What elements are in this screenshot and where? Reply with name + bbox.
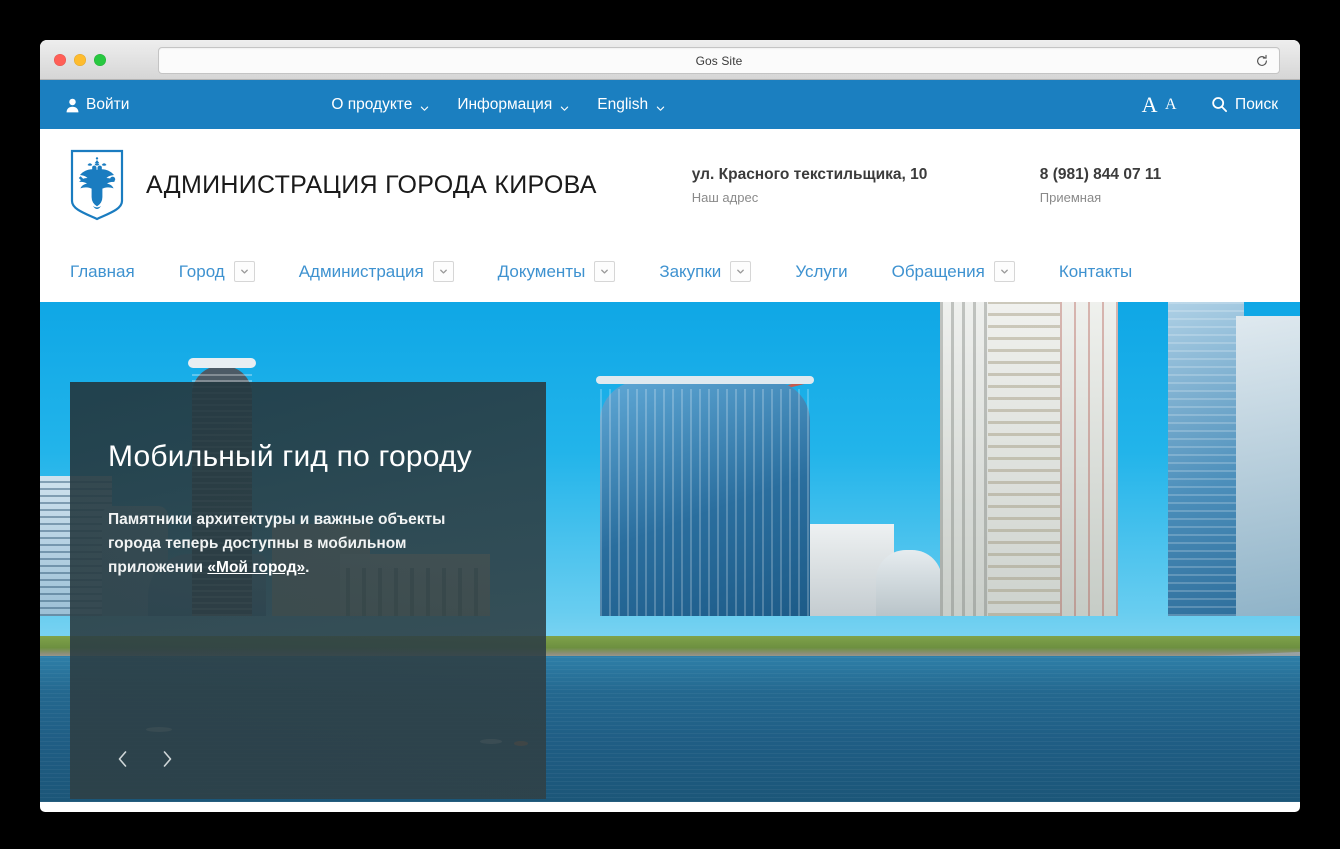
- reload-icon[interactable]: [1255, 54, 1269, 68]
- font-size-toggle-button[interactable]: AA: [1141, 91, 1178, 117]
- nav-item-glavnaya[interactable]: Главная: [70, 262, 135, 282]
- nav-item-label: Обращения: [891, 261, 985, 281]
- hero-carousel: Мобильный гид по городу Памятники архите…: [40, 302, 1300, 802]
- login-button[interactable]: Войти: [66, 96, 129, 114]
- contact-address-label: Наш адрес: [691, 189, 759, 205]
- nav-item-administraciya[interactable]: Администрация: [299, 261, 454, 282]
- screenshot-root: Gos Site Войти О продукте Информация Eng…: [0, 0, 1340, 849]
- nav-item-dokumenty[interactable]: Документы: [498, 261, 616, 282]
- font-size-big-letter: A: [1141, 91, 1158, 117]
- hero-title: Мобильный гид по городу: [108, 440, 472, 473]
- contact-phone: 8 (981) 844 07 11 Приемная: [1040, 166, 1162, 205]
- nav-item-label: Услуги: [795, 261, 848, 281]
- page-title-text: Gos Site: [695, 53, 743, 68]
- chevron-down-icon: [656, 100, 665, 111]
- main-navigation: Главная Город Администрация Документы За…: [40, 241, 1300, 302]
- nav-item-obrashcheniya[interactable]: Обращения: [892, 261, 1015, 282]
- minimize-window-button[interactable]: [74, 53, 86, 66]
- close-window-button[interactable]: [54, 53, 66, 66]
- utility-menu-item-information[interactable]: Информация: [457, 96, 569, 114]
- hero-slide-card: Мобильный гид по городу Памятники архите…: [70, 382, 546, 799]
- nav-item-uslugi[interactable]: Услуги: [795, 262, 847, 282]
- browser-window: Gos Site Войти О продукте Информация Eng…: [40, 40, 1300, 812]
- chevron-down-icon: [560, 100, 569, 111]
- building-cap: [596, 376, 814, 384]
- login-label: Войти: [86, 95, 130, 113]
- font-size-small-letter: A: [1164, 95, 1178, 113]
- person-icon: [66, 98, 79, 113]
- chevron-down-icon: [420, 100, 429, 111]
- chevron-down-icon[interactable]: [730, 261, 752, 282]
- contact-address: ул. Красного текстильщика, 10 Наш адрес: [692, 166, 992, 205]
- nav-item-label: Документы: [497, 261, 586, 281]
- building: [1060, 302, 1118, 616]
- chevron-down-icon[interactable]: [594, 261, 616, 282]
- carousel-controls: [114, 747, 176, 771]
- carousel-prev-button[interactable]: [114, 747, 132, 771]
- search-icon: [1211, 96, 1228, 113]
- utility-menu-item-product[interactable]: О продукте: [331, 96, 429, 114]
- nav-item-zakupki[interactable]: Закупки: [659, 261, 752, 282]
- contact-phone-value: 8 (981) 844 07 11: [1039, 165, 1162, 183]
- chevron-down-icon[interactable]: [233, 261, 255, 282]
- building-cap: [188, 358, 256, 368]
- nav-item-label: Контакты: [1058, 261, 1133, 281]
- utility-menu-label: О продукте: [331, 95, 413, 113]
- building: [940, 302, 992, 616]
- window-controls: [40, 53, 106, 66]
- address-bar[interactable]: Gos Site: [158, 47, 1280, 74]
- header-contacts: ул. Красного текстильщика, 10 Наш адрес …: [692, 166, 1162, 205]
- contact-address-value: ул. Красного текстильщика, 10: [691, 165, 928, 183]
- utility-menu-label: English: [597, 95, 649, 113]
- building: [988, 302, 1064, 616]
- utility-menu-label: Информация: [457, 95, 553, 113]
- building: [1168, 302, 1244, 616]
- utility-right-group: AA Поиск: [1141, 91, 1278, 117]
- hero-app-link[interactable]: «Мой город»: [207, 559, 305, 576]
- search-button[interactable]: Поиск: [1211, 96, 1278, 114]
- coat-of-arms-icon: [70, 149, 124, 221]
- hero-description: Памятники архитектуры и важные объекты г…: [108, 508, 478, 580]
- nav-item-label: Администрация: [298, 261, 424, 281]
- nav-item-label: Главная: [70, 261, 135, 281]
- nav-item-kontakty[interactable]: Контакты: [1059, 262, 1132, 282]
- chevron-down-icon[interactable]: [432, 261, 454, 282]
- site-header: АДМИНИСТРАЦИЯ ГОРОДА КИРОВА ул. Красного…: [40, 129, 1300, 241]
- nav-item-label: Город: [178, 261, 225, 281]
- nav-item-gorod[interactable]: Город: [179, 261, 255, 282]
- carousel-next-button[interactable]: [158, 747, 176, 771]
- hero-description-suffix: .: [305, 558, 310, 576]
- utility-menu: О продукте Информация English: [331, 96, 665, 114]
- contact-phone-label: Приемная: [1039, 189, 1102, 205]
- nav-item-label: Закупки: [659, 261, 722, 281]
- organization-title: АДМИНИСТРАЦИЯ ГОРОДА КИРОВА: [146, 170, 597, 199]
- utility-top-bar: Войти О продукте Информация English A A …: [40, 80, 1300, 129]
- search-label: Поиск: [1235, 95, 1278, 113]
- utility-menu-item-english[interactable]: English: [597, 96, 665, 114]
- chevron-down-icon[interactable]: [993, 261, 1015, 282]
- building: [1236, 316, 1300, 616]
- zoom-window-button[interactable]: [94, 53, 106, 66]
- browser-titlebar: Gos Site: [40, 40, 1300, 80]
